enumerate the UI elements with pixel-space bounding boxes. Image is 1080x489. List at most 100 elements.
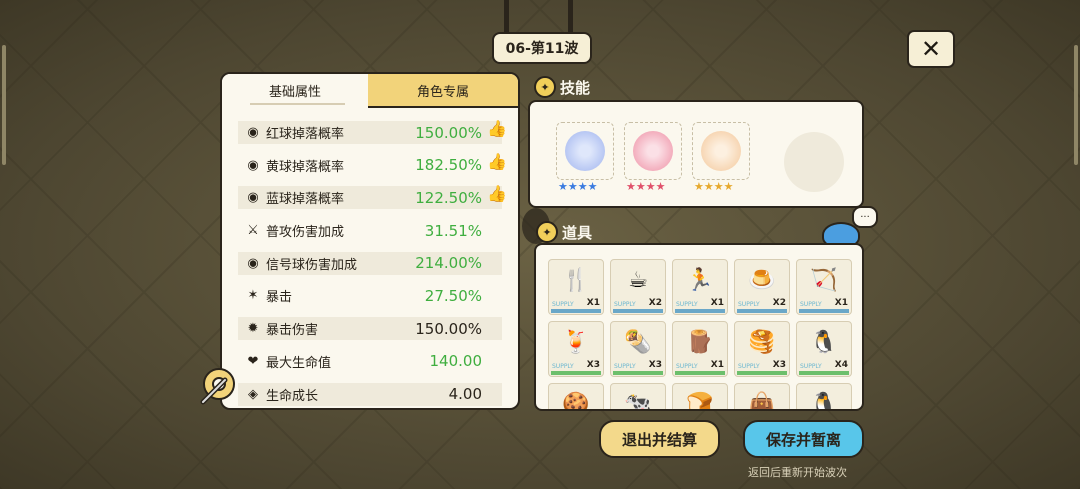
stat-label: 最大生命值 xyxy=(266,355,332,371)
stat-row: ✹ 暴击伤害 150.00% xyxy=(238,317,502,341)
item-icon: ☕ xyxy=(628,268,648,293)
item-icon: 🏃 xyxy=(686,268,714,293)
thumbs-up-icon: 👍 xyxy=(487,151,507,171)
item-quantity: X3 xyxy=(772,360,786,370)
stat-label: 暴击 xyxy=(266,290,293,306)
skill-orb xyxy=(701,131,741,171)
crit-dmg-icon: ✹ xyxy=(247,321,259,337)
stat-value: 27.50% xyxy=(424,286,482,305)
supply-label: SUPPLY xyxy=(738,301,760,308)
supply-label: SUPPLY xyxy=(614,301,636,308)
skill-orb xyxy=(633,131,673,171)
supply-label: SUPPLY xyxy=(800,301,822,308)
skills-title: 技能 xyxy=(560,78,591,97)
stat-value: 4.00 xyxy=(448,385,482,403)
ball-icon: ◉ xyxy=(247,190,259,206)
ghost-decoration-icon xyxy=(784,132,844,192)
stat-row: ◈ 生命成长 4.00 xyxy=(238,382,502,406)
exit-and-settle-button[interactable]: 退出并结算 xyxy=(599,420,720,458)
stat-value: 182.50% xyxy=(415,156,482,175)
wave-label: 06-第11波 xyxy=(492,32,592,64)
ball-icon: ◉ xyxy=(247,125,259,140)
supply-label: SUPPLY xyxy=(800,363,822,370)
item-slot[interactable]: 🍴 SUPPLY X1 xyxy=(548,259,604,315)
tab-base-label: 基础属性 xyxy=(268,84,321,100)
items-heading: ✦ 道具 xyxy=(536,221,592,243)
item-rarity-bar xyxy=(613,371,663,375)
item-icon: 🪵 xyxy=(686,330,714,355)
tab-underline xyxy=(250,103,345,105)
supply-label: SUPPLY xyxy=(614,363,636,370)
stat-row: ◉ 黄球掉落概率 182.50% 👍 xyxy=(238,152,507,177)
item-rarity-bar xyxy=(737,371,787,375)
supply-label: SUPPLY xyxy=(676,363,698,370)
left-edge-bar xyxy=(2,45,6,165)
stat-label: 生命成长 xyxy=(266,388,319,404)
stats-list: ◉ 红球掉落概率 150.00% 👍 ◉ 黄球掉落概率 182.50% 👍 ◉ 蓝球掉落概率 122… xyxy=(238,119,507,408)
item-quantity: X4 xyxy=(834,360,848,370)
item-slot[interactable]: 🍮 SUPPLY X2 xyxy=(734,259,790,315)
sign-rope-left xyxy=(504,0,509,36)
item-icon: 🍞 xyxy=(686,392,714,411)
attribute-panel: 基础属性 角色专属 ◉ 红球掉落概率 150.00% 👍 ◉ 黄球掉落概率 182.50% 👍… xyxy=(220,72,520,410)
item-slot[interactable]: 👜SUPPLY xyxy=(734,383,790,411)
stat-row: ◉ 红球掉落概率 150.00% 👍 xyxy=(238,119,507,144)
item-slot[interactable]: 🏹 SUPPLY X1 xyxy=(796,259,852,315)
stat-value: 150.00% xyxy=(415,319,482,338)
right-edge-bar xyxy=(1074,45,1078,165)
item-slot[interactable]: 🍞SUPPLY xyxy=(672,383,728,411)
close-button[interactable]: ✕ xyxy=(907,30,955,68)
item-slot[interactable]: 🐧 SUPPLY X4 xyxy=(796,321,852,377)
hint-text: 返回后重新开始波次 xyxy=(748,466,847,479)
item-quantity: X3 xyxy=(586,360,600,370)
item-icon: 🍮 xyxy=(748,268,776,293)
sign-rope-right xyxy=(568,0,573,36)
item-slot[interactable]: 🍪SUPPLY xyxy=(548,383,604,411)
tab-role-exclusive[interactable]: 角色专属 xyxy=(368,74,518,108)
stat-label: 蓝球掉落概率 xyxy=(266,192,345,208)
stat-label: 红球掉落概率 xyxy=(266,127,345,142)
item-slot[interactable]: 🌯 SUPPLY X3 xyxy=(610,321,666,377)
tab-base-attributes[interactable]: 基础属性 xyxy=(222,74,370,106)
item-slot[interactable]: 🐄SUPPLY xyxy=(610,383,666,409)
skills-heading: ✦ 技能 xyxy=(534,76,590,98)
item-slot[interactable]: 🐧SUPPLY xyxy=(796,383,852,409)
supply-label: SUPPLY xyxy=(738,363,760,370)
item-rarity-bar xyxy=(551,371,601,375)
stat-row: ◉ 信号球伤害加成 214.00% xyxy=(238,251,502,275)
item-slot[interactable]: 🥞 SUPPLY X3 xyxy=(734,321,790,377)
skills-badge-icon: ✦ xyxy=(534,76,556,98)
stat-row: ◉ 蓝球掉落概率 122.50% 👍 xyxy=(238,184,507,210)
stat-value: 140.00 xyxy=(429,352,483,371)
skill-gold-icon[interactable] xyxy=(692,122,750,180)
skills-panel: ★★★★ ★★★★ ★★★★ xyxy=(528,100,864,208)
settings-wrench-icon[interactable] xyxy=(195,360,243,408)
item-slot[interactable]: 🪵 SUPPLY X1 xyxy=(672,321,728,377)
supply-label: SUPPLY xyxy=(552,301,574,308)
item-icon: 🏹 xyxy=(810,268,838,293)
heart-icon: ❤ xyxy=(247,353,259,369)
close-icon: ✕ xyxy=(920,35,942,63)
item-quantity: X3 xyxy=(648,360,662,370)
item-icon: 🍪 xyxy=(562,392,590,411)
item-rarity-bar xyxy=(675,371,725,375)
item-slot[interactable]: 🍹 SUPPLY X3 xyxy=(548,321,604,377)
item-slot[interactable]: 🏃 SUPPLY X1 xyxy=(672,259,728,315)
stat-value: 150.00% xyxy=(415,123,482,142)
save-and-leave-button[interactable]: 保存并暂离 xyxy=(743,420,864,458)
skill-red-icon[interactable] xyxy=(624,122,682,180)
skill-blue-icon[interactable] xyxy=(556,122,614,180)
item-icon: 👜 xyxy=(748,392,776,411)
stat-value: 31.51% xyxy=(424,221,482,240)
tab-role-label: 角色专属 xyxy=(416,84,469,100)
stat-row: ✶ 暴击 27.50% xyxy=(238,284,502,307)
growth-icon: ◈ xyxy=(248,386,258,402)
chat-bubble-icon[interactable]: ··· xyxy=(852,206,878,228)
item-icon: 🍹 xyxy=(562,330,590,355)
stat-label: 信号球伤害加成 xyxy=(266,257,358,273)
ball-icon: ◉ xyxy=(247,157,259,173)
item-quantity: X2 xyxy=(772,298,786,308)
skill-stars: ★★★★ xyxy=(626,180,666,193)
supply-label: SUPPLY xyxy=(552,363,574,370)
item-slot[interactable]: ☕ SUPPLY X2 xyxy=(610,259,666,315)
